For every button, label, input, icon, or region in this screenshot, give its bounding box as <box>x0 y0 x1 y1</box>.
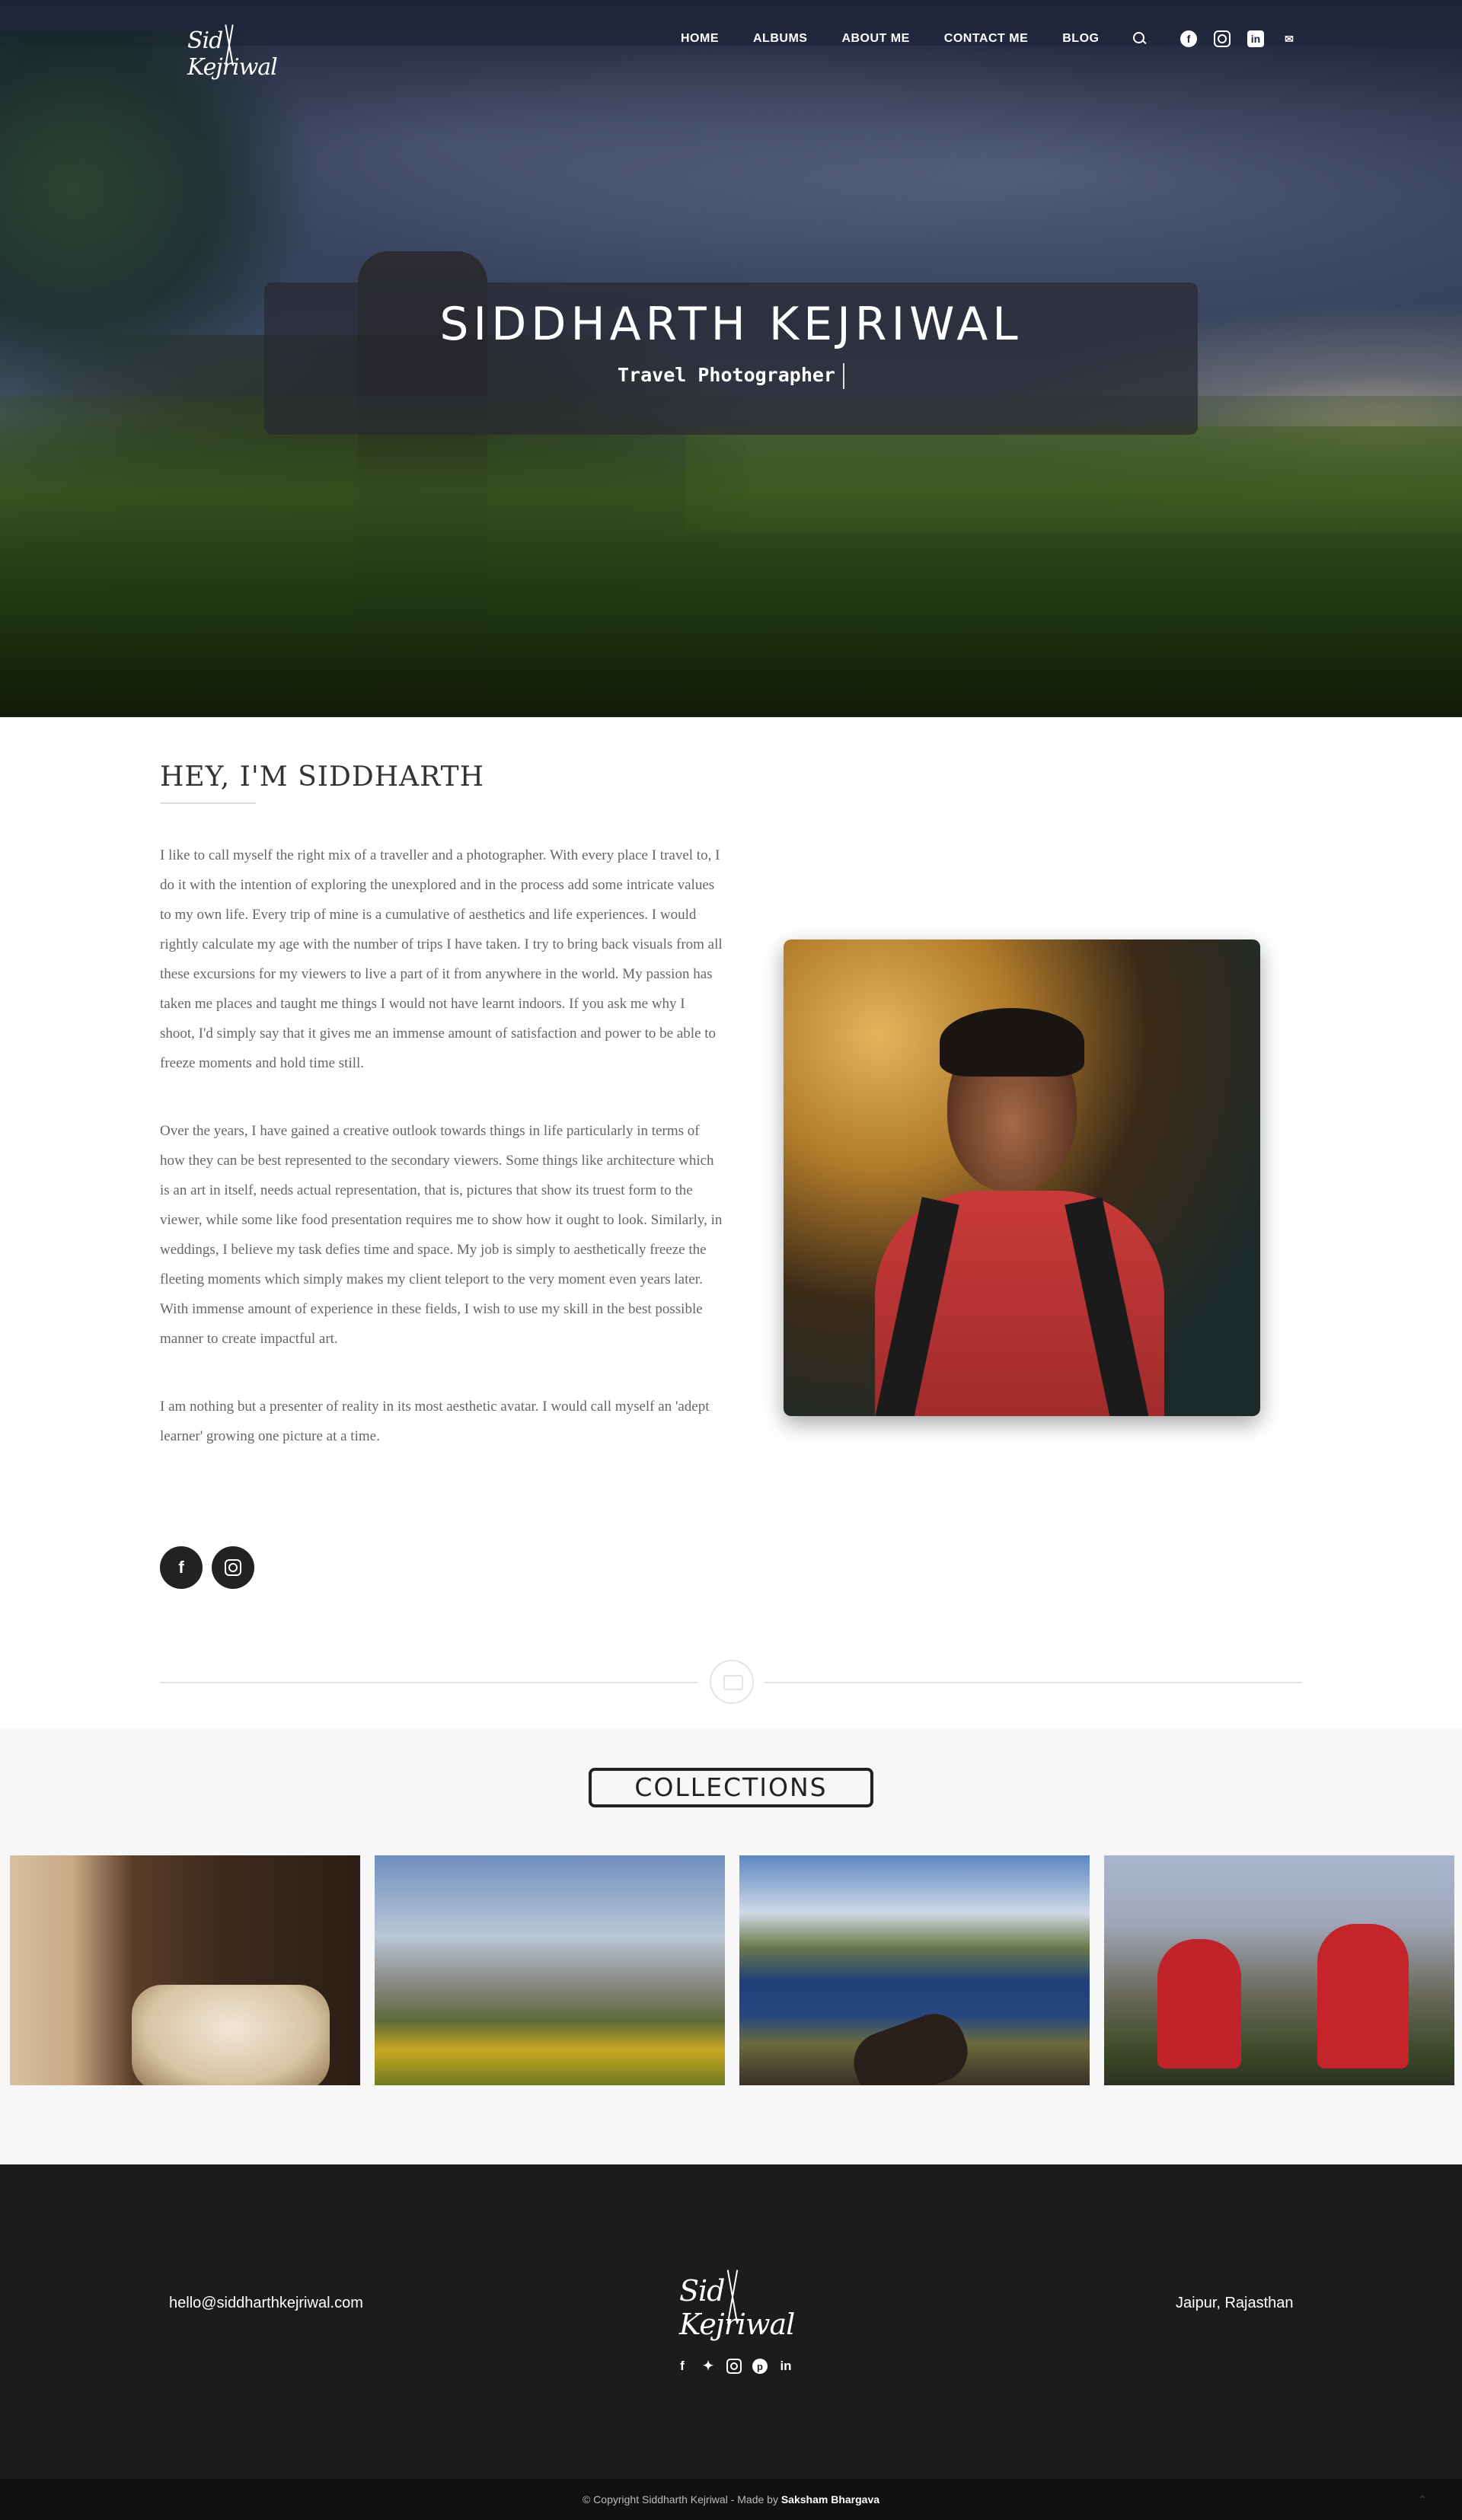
facebook-icon[interactable]: f <box>1180 30 1197 47</box>
search-icon[interactable] <box>1133 32 1147 46</box>
hero-name: SIDDHARTH KEJRIWAL <box>439 298 1023 351</box>
gallery-icon <box>710 1660 754 1704</box>
copyright-text: © Copyright Siddharth Kejriwal - Made by <box>582 2493 781 2506</box>
footer-email-link[interactable]: hello@siddharthkejriwal.com <box>169 2295 363 2312</box>
section-divider <box>160 1660 1302 1704</box>
instagram-glyph <box>225 1559 241 1576</box>
back-to-top-icon[interactable]: ⌃ <box>1413 2490 1432 2509</box>
collections-title: COLLECTIONS <box>589 1768 873 1807</box>
typing-caret <box>842 363 844 389</box>
instagram-icon[interactable] <box>726 2359 742 2374</box>
logo-tripod-icon <box>224 20 235 65</box>
site-logo[interactable]: Sid Kejriwal <box>187 20 279 81</box>
collection-lake[interactable] <box>739 1855 1090 2085</box>
collection-alps[interactable] <box>375 1855 725 2085</box>
divider-line <box>765 1682 1302 1683</box>
copyright-bar: © Copyright Siddharth Kejriwal - Made by… <box>0 2479 1462 2520</box>
about-paragraph: I like to call myself the right mix of a… <box>160 847 723 1071</box>
instagram-icon[interactable] <box>1214 30 1231 47</box>
facebook-icon[interactable]: f <box>675 2359 690 2374</box>
about-section: HEY, I'M SIDDHARTH I like to call myself… <box>0 717 1462 1728</box>
linkedin-icon[interactable]: in <box>778 2359 793 2374</box>
collections-grid <box>10 1855 1454 2085</box>
divider-line <box>160 1682 697 1683</box>
footer-social-links: f ✦ p in <box>675 2359 793 2374</box>
about-text: I like to call myself the right mix of a… <box>160 841 723 1489</box>
logo-tripod-icon <box>726 2263 739 2324</box>
nav-about-me[interactable]: ABOUT ME <box>841 32 909 46</box>
nav-albums[interactable]: ALBUMS <box>753 32 807 46</box>
collection-bedroom[interactable] <box>10 1855 360 2085</box>
hero-section: Sid Kejriwal HOME ALBUMS ABOUT ME CONTAC… <box>0 0 1462 717</box>
footer-logo[interactable]: Sid Kejriwal <box>679 2263 801 2341</box>
hero-role-line: Travel Photographer <box>264 363 1198 389</box>
footer: hello@siddharthkejriwal.com Sid Kejriwal… <box>0 2164 1462 2479</box>
about-paragraph: I am nothing but a presenter of reality … <box>160 1399 710 1444</box>
footer-location: Jaipur, Rajasthan <box>1176 2295 1294 2311</box>
linkedin-icon[interactable]: in <box>1247 30 1264 47</box>
facebook-icon[interactable]: f <box>160 1546 203 1589</box>
portrait-photo <box>784 939 1260 1416</box>
main-menu: HOME ALBUMS ABOUT ME CONTACT ME BLOG <box>681 32 1177 46</box>
twitter-icon[interactable]: ✦ <box>701 2359 716 2374</box>
hero-title-box: SIDDHARTH KEJRIWAL Travel Photographer <box>264 282 1198 435</box>
about-title: HEY, I'M SIDDHARTH <box>160 761 484 793</box>
portrait-hair <box>940 1008 1084 1077</box>
nav-contact-me[interactable]: CONTACT ME <box>944 32 1028 46</box>
hero-role: Travel Photographer <box>618 364 835 386</box>
hero-foliage <box>0 396 1462 717</box>
title-underline <box>160 802 256 804</box>
top-navigation: Sid Kejriwal HOME ALBUMS ABOUT ME CONTAC… <box>0 0 1462 84</box>
header-social-links: f in ✉ <box>1180 30 1298 47</box>
about-social-links: f <box>160 1546 254 1589</box>
nav-home[interactable]: HOME <box>681 32 719 46</box>
collection-friends[interactable] <box>1104 1855 1454 2085</box>
instagram-icon[interactable] <box>212 1546 254 1589</box>
pinterest-icon[interactable]: p <box>752 2359 768 2374</box>
footer-logo-text: Sid Kejriwal <box>679 2274 795 2341</box>
about-paragraph: Over the years, I have gained a creative… <box>160 1123 723 1347</box>
copyright-author-link[interactable]: Saksham Bhargava <box>781 2493 879 2506</box>
nav-blog[interactable]: BLOG <box>1062 32 1099 46</box>
collections-section: COLLECTIONS <box>0 1728 1462 2164</box>
envelope-icon[interactable]: ✉ <box>1281 30 1298 47</box>
